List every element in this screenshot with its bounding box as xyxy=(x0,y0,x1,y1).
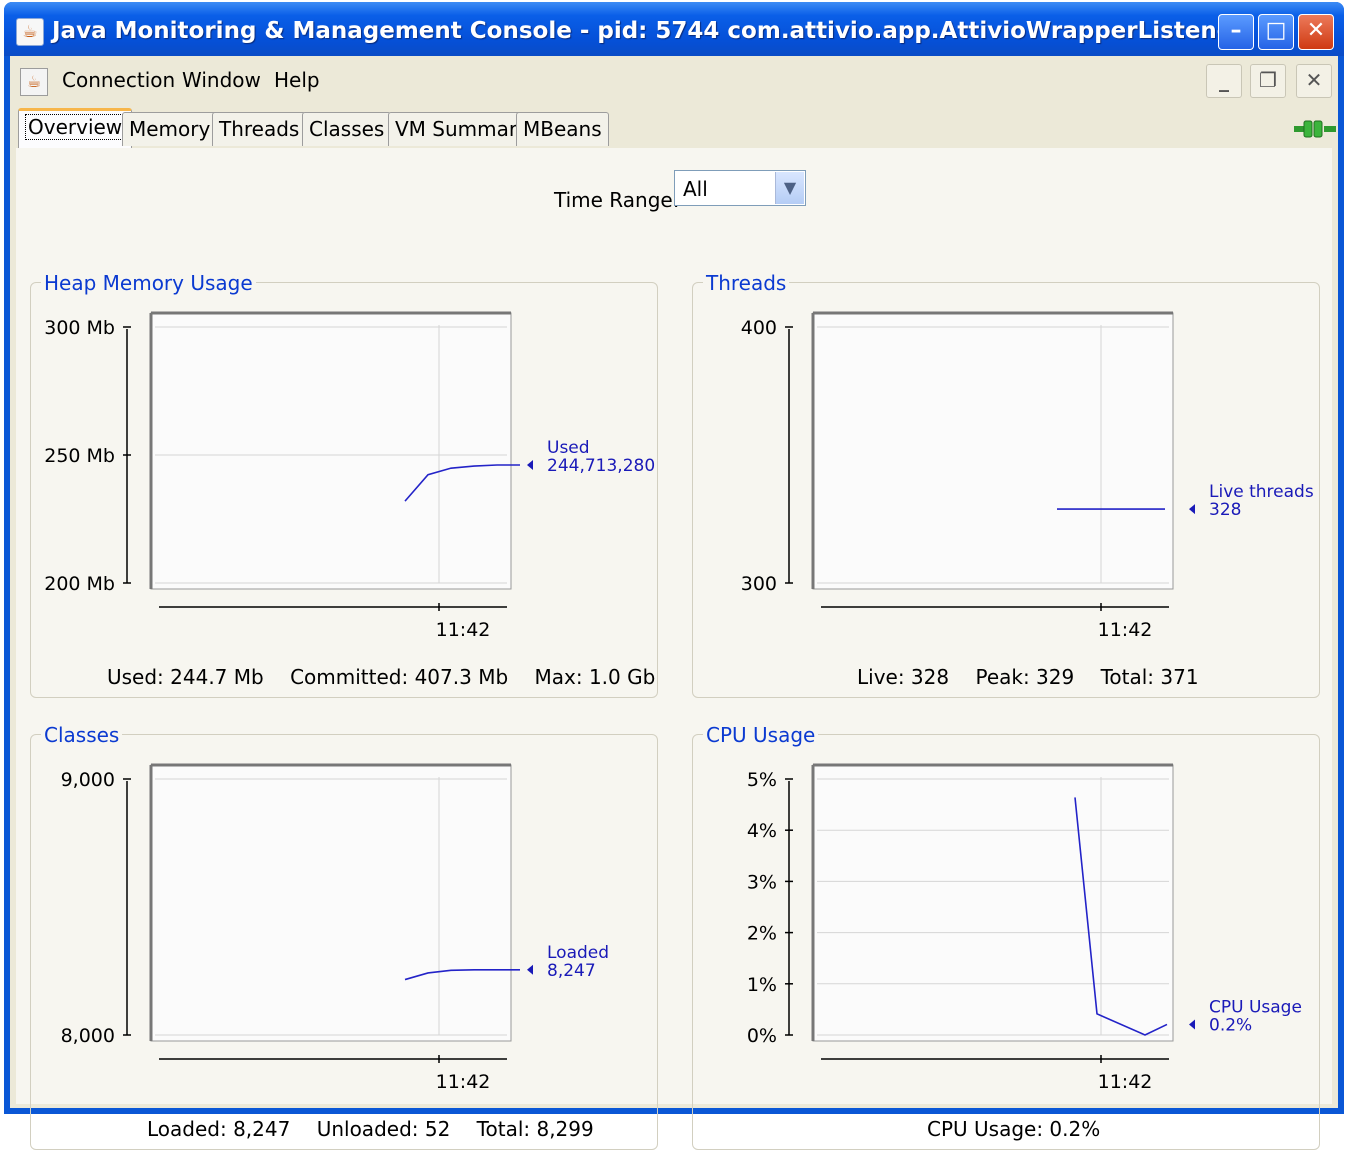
mdi-close-button[interactable]: ✕ xyxy=(1296,64,1332,98)
mdi-minimize-button[interactable]: _ xyxy=(1206,64,1242,98)
classes-y-tick-label: 8,000 xyxy=(61,1025,115,1047)
classes-summary: Loaded: 8,247 Unloaded: 52 Total: 8,299 xyxy=(147,1117,614,1141)
threads-y-tick-label: 400 xyxy=(741,317,777,339)
tab-threads[interactable]: Threads xyxy=(212,112,307,146)
heap-x-tick-label: 11:42 xyxy=(436,619,491,641)
time-range-value: All xyxy=(683,177,708,201)
cpu-series-marker xyxy=(1189,1019,1195,1030)
cpu-y-tick-label: 1% xyxy=(747,974,777,996)
cpu-y-tick-label: 5% xyxy=(747,769,777,791)
classes-series-name: Loaded xyxy=(547,943,609,963)
threads-plot-frame xyxy=(812,312,1174,590)
cpu-usage-stat: CPU Usage: 0.2% xyxy=(927,1117,1101,1141)
tab-memory[interactable]: Memory xyxy=(122,112,218,146)
classes-loaded-stat: Loaded: 8,247 xyxy=(147,1117,291,1141)
heap-series-value: 244,713,280 xyxy=(547,456,655,476)
classes-panel: Classes 9,000 8,000 11:42 Loaded 8,247 Loade… xyxy=(30,723,658,1150)
heap-used-stat: Used: 244.7 Mb xyxy=(107,665,264,689)
client-area: ☕ Connection Window Help _ ❐ ✕ Overview … xyxy=(10,56,1338,1150)
chevron-down-icon[interactable]: ▼ xyxy=(775,172,804,204)
time-range-label: Time Range: xyxy=(554,188,680,212)
overview-panel: Time Range: All ▼ Heap Memory Usage 300 … xyxy=(16,148,1332,1150)
heap-series-name: Used xyxy=(547,438,590,458)
menu-bar: ☕ Connection Window Help _ ❐ ✕ xyxy=(10,56,1338,106)
tab-classes[interactable]: Classes xyxy=(302,112,392,146)
tab-mbeans[interactable]: MBeans xyxy=(516,112,609,146)
cpu-plot-frame xyxy=(812,764,1174,1042)
threads-series-marker xyxy=(1189,504,1195,515)
threads-x-tick-label: 11:42 xyxy=(1098,619,1153,641)
cpu-x-tick-label: 11:42 xyxy=(1098,1071,1153,1093)
cpu-y-tick-label: 4% xyxy=(747,820,777,842)
menu-help[interactable]: Help xyxy=(274,68,320,92)
title-bar[interactable]: ☕ Java Monitoring & Management Console -… xyxy=(4,2,1344,56)
classes-total-stat: Total: 8,299 xyxy=(476,1117,594,1141)
menu-window[interactable]: Window xyxy=(182,68,261,92)
threads-series-name: Live threads xyxy=(1209,482,1314,502)
heap-series-marker xyxy=(527,459,533,470)
threads-summary: Live: 328 Peak: 329 Total: 371 xyxy=(857,665,1219,689)
threads-series-value: 328 xyxy=(1209,500,1241,520)
minimize-button[interactable]: – xyxy=(1218,14,1254,50)
window-title: Java Monitoring & Management Console - p… xyxy=(52,18,1244,44)
menu-connection[interactable]: Connection xyxy=(62,68,175,92)
heap-y-tick-label: 250 Mb xyxy=(44,445,115,467)
threads-y-tick-label: 300 xyxy=(741,573,777,595)
heap-committed-stat: Committed: 407.3 Mb xyxy=(290,665,509,689)
heap-memory-chart: 300 Mb 250 Mb 200 Mb 11:42 Used244,713,280 xyxy=(44,311,655,641)
heap-y-tick-label: 300 Mb xyxy=(44,317,115,339)
tab-vm-summary[interactable]: VM Summary xyxy=(388,112,536,146)
time-range-select[interactable]: All ▼ xyxy=(674,170,806,206)
cpu-usage-panel: CPU Usage 5% 4% 3% 2% 1% 0% 11:42 CPU Usage 0.2%… xyxy=(692,723,1320,1150)
heap-max-stat: Max: 1.0 Gb xyxy=(534,665,656,689)
mdi-restore-button[interactable]: ❐ xyxy=(1250,64,1286,98)
classes-series-marker xyxy=(527,964,533,975)
cpu-series-name: CPU Usage xyxy=(1209,997,1302,1017)
app-window: ☕ Java Monitoring & Management Console -… xyxy=(4,2,1344,1150)
threads-total-stat: Total: 371 xyxy=(1100,665,1199,689)
java-cup-icon[interactable]: ☕ xyxy=(20,68,48,96)
threads-panel: Threads 400 300 11:42 Live threads 328 Live:… xyxy=(692,271,1320,698)
cpu-series-value: 0.2% xyxy=(1209,1015,1252,1035)
cpu-summary: CPU Usage: 0.2% xyxy=(927,1117,1120,1141)
tab-overview[interactable]: Overview xyxy=(18,108,133,148)
classes-x-tick-label: 11:42 xyxy=(436,1071,491,1093)
threads-chart: 400 300 11:42 Live threads328 xyxy=(741,311,1314,641)
classes-chart: 9,000 8,000 11:42 Loaded8,247 xyxy=(61,763,609,1093)
cpu-y-tick-label: 0% xyxy=(747,1025,777,1047)
cpu-usage-chart: 5% 4% 3% 2% 1% 0% 11:42 CPU Usage0.2% xyxy=(747,763,1302,1093)
close-button[interactable]: ✕ xyxy=(1298,14,1334,50)
heap-memory-panel: Heap Memory Usage 300 Mb 250 Mb 200 Mb 11:4… xyxy=(30,271,658,698)
java-cup-icon: ☕ xyxy=(16,18,44,46)
heap-plot-frame xyxy=(150,312,512,590)
heap-summary: Used: 244.7 Mb Committed: 407.3 Mb Max: … xyxy=(107,665,675,689)
classes-series-value: 8,247 xyxy=(547,961,596,981)
threads-live-stat: Live: 328 xyxy=(857,665,950,689)
heap-y-tick-label: 200 Mb xyxy=(44,573,115,595)
classes-y-tick-label: 9,000 xyxy=(61,769,115,791)
maximize-button[interactable]: □ xyxy=(1258,14,1294,50)
connected-plug-icon[interactable] xyxy=(1294,118,1336,140)
classes-unloaded-stat: Unloaded: 52 xyxy=(316,1117,451,1141)
threads-peak-stat: Peak: 329 xyxy=(975,665,1075,689)
cpu-y-tick-label: 2% xyxy=(747,923,777,945)
cpu-y-tick-label: 3% xyxy=(747,871,777,893)
classes-plot-frame xyxy=(150,764,512,1042)
